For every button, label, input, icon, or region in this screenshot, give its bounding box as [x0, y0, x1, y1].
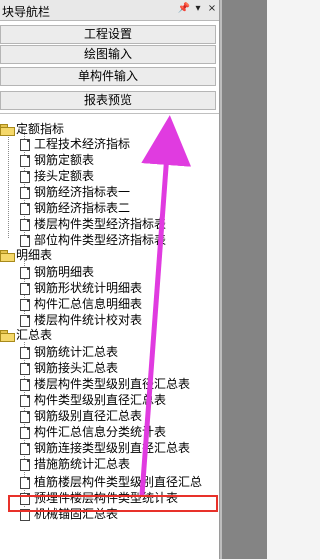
document-icon — [20, 442, 30, 455]
project-settings-button[interactable]: 工程设置 — [0, 25, 216, 44]
tree-item[interactable]: 构件汇总信息明细表 — [20, 297, 142, 312]
document-icon — [20, 394, 30, 407]
tree-item-label: 楼层构件统计校对表 — [34, 313, 143, 327]
tree-item-label: 钢筋经济指标表二 — [34, 201, 131, 215]
tree-item[interactable]: 钢筋连接类型级别直径汇总表 — [20, 441, 190, 456]
tree-item[interactable]: 钢筋经济指标表二 — [20, 201, 130, 216]
folder-icon — [0, 330, 15, 342]
tree-item-label: 构件汇总信息分类统计表 — [34, 425, 167, 439]
tree-item-label: 构件类型级别直径汇总表 — [34, 393, 167, 407]
tree-item-label: 接头定额表 — [34, 169, 95, 183]
report-preview-button[interactable]: 报表预览 — [0, 91, 216, 110]
tree-item-label: 工程技术经济指标 — [34, 137, 131, 151]
tree-item-label: 钢筋形状统计明细表 — [34, 281, 143, 295]
document-icon — [20, 410, 30, 423]
document-icon — [20, 282, 30, 295]
document-icon — [20, 362, 30, 375]
drawing-input-button[interactable]: 绘图输入 — [0, 45, 216, 64]
tree-item[interactable]: 钢筋形状统计明细表 — [20, 281, 142, 296]
tree-item[interactable]: 部位构件类型经济指标表 — [20, 233, 166, 248]
dropdown-icon[interactable]: ▾ — [191, 2, 205, 16]
pin-icon[interactable]: 📌 — [177, 2, 191, 16]
document-icon — [20, 138, 30, 151]
folder-icon — [0, 250, 15, 262]
document-icon — [20, 476, 30, 489]
tree-item-label: 构件汇总信息明细表 — [34, 297, 143, 311]
tree-item[interactable]: 楼层构件类型经济指标表 — [20, 217, 166, 232]
tree-item-label: 钢筋经济指标表一 — [34, 185, 131, 199]
tree-item-label: 钢筋统计汇总表 — [34, 345, 119, 359]
tree-folder-summary[interactable]: 汇总表 — [0, 328, 52, 343]
document-icon — [20, 458, 30, 471]
document-icon — [20, 218, 30, 231]
tree-item-selected[interactable]: 植筋楼层构件类型级别直径汇总 — [20, 475, 202, 490]
single-component-input-button[interactable]: 单构件输入 — [0, 67, 216, 86]
tree-item-label: 钢筋连接类型级别直径汇总表 — [34, 441, 191, 455]
folder-icon — [0, 124, 15, 136]
document-icon — [20, 234, 30, 247]
tree-item[interactable]: 措施筋统计汇总表 — [20, 457, 130, 472]
tree-item[interactable]: 钢筋明细表 — [20, 265, 94, 280]
tree-item[interactable]: 构件类型级别直径汇总表 — [20, 393, 166, 408]
tree-item-label: 植筋楼层构件类型级别直径汇总 — [34, 475, 203, 489]
panel-titlebar: 块导航栏 📌 ▾ × — [0, 0, 219, 21]
tree-item-label: 楼层构件类型级别直径汇总表 — [34, 377, 191, 391]
tree-folder-label: 定额指标 — [16, 122, 65, 136]
document-icon — [20, 314, 30, 327]
tree-item[interactable]: 钢筋接头汇总表 — [20, 361, 118, 376]
tree-folder-detail[interactable]: 明细表 — [0, 248, 52, 263]
document-icon — [20, 266, 30, 279]
document-icon — [20, 202, 30, 215]
tree-item-label: 部位构件类型经济指标表 — [34, 233, 167, 247]
document-icon — [20, 378, 30, 391]
document-icon — [20, 346, 30, 359]
tree-item-label: 钢筋级别直径汇总表 — [34, 409, 143, 423]
selection-highlight-box — [8, 495, 218, 512]
document-icon — [20, 186, 30, 199]
tree-folder-quota-index[interactable]: 定额指标 — [0, 122, 64, 137]
tree-guide-root — [8, 128, 9, 238]
tree-item-label: 楼层构件类型经济指标表 — [34, 217, 167, 231]
document-icon — [20, 426, 30, 439]
workspace-area — [219, 0, 267, 559]
tree-item-label: 钢筋明细表 — [34, 265, 95, 279]
tree-item[interactable]: 钢筋级别直径汇总表 — [20, 409, 142, 424]
tree-item[interactable]: 工程技术经济指标 — [20, 137, 130, 152]
tree-folder-label: 明细表 — [16, 248, 53, 262]
document-icon — [20, 154, 30, 167]
tree-folder-label: 汇总表 — [16, 328, 53, 342]
tree-item[interactable]: 钢筋统计汇总表 — [20, 345, 118, 360]
tree-item-label: 钢筋接头汇总表 — [34, 361, 119, 375]
tree-item[interactable]: 钢筋定额表 — [20, 153, 94, 168]
report-tree: 定额指标 工程技术经济指标 钢筋定额表 接头定额表 钢筋经济指标表一 钢筋经济指… — [0, 113, 219, 560]
tree-item[interactable]: 楼层构件统计校对表 — [20, 313, 142, 328]
close-icon[interactable]: × — [205, 2, 219, 16]
tree-item[interactable]: 钢筋经济指标表一 — [20, 185, 130, 200]
document-icon — [20, 298, 30, 311]
panel-title: 块导航栏 — [2, 5, 51, 19]
tree-item-label: 措施筋统计汇总表 — [34, 457, 131, 471]
tree-item-label: 钢筋定额表 — [34, 153, 95, 167]
document-icon — [20, 170, 30, 183]
tree-item[interactable]: 构件汇总信息分类统计表 — [20, 425, 166, 440]
tree-item[interactable]: 楼层构件类型级别直径汇总表 — [20, 377, 190, 392]
tree-item[interactable]: 接头定额表 — [20, 169, 94, 184]
